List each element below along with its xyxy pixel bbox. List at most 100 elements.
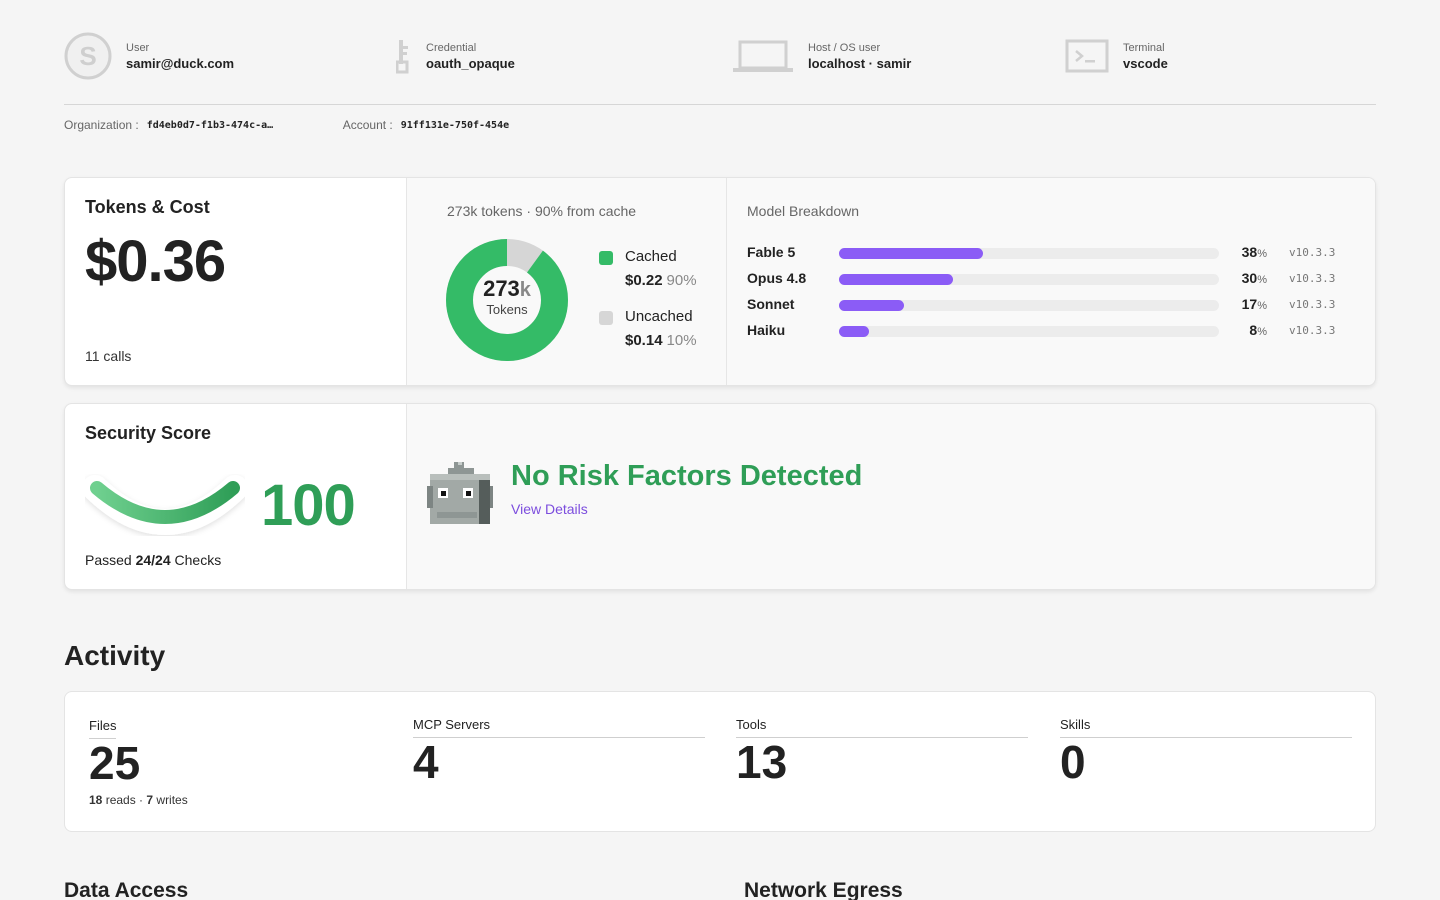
model-bar-fill — [839, 248, 984, 259]
model-pct-value: 17 — [1241, 296, 1258, 312]
checks-count: 24/24 — [135, 552, 171, 568]
model-breakdown-title: Model Breakdown — [747, 203, 860, 219]
cost-panel: Tokens & Cost $0.36 11 calls — [65, 178, 406, 385]
checks-prefix: Passed — [85, 552, 136, 568]
terminal-value: vscode — [1123, 55, 1168, 71]
activity-title: Activity — [64, 640, 166, 671]
writes-label: writes — [153, 793, 188, 807]
activity-files: Files 25 18 reads · 7 writes — [89, 717, 381, 807]
network-egress-title: Network Egress — [744, 879, 903, 900]
files-count: 25 — [89, 737, 141, 789]
header-terminal: Terminal vscode — [1065, 32, 1168, 80]
user-value: samir@duck.com — [126, 55, 235, 71]
session-header: S User samir@duck.com Credential oauth_o… — [64, 32, 1376, 104]
model-pct-sign: % — [1257, 326, 1267, 338]
security-score-panel: Security Score 100 Passed 24/24 Checks — [65, 404, 406, 589]
model-version: v10.3.3 — [1289, 324, 1336, 337]
credential-label: Credential — [426, 41, 477, 54]
header-divider — [64, 104, 1376, 105]
donut-center-label: Tokens — [486, 302, 528, 317]
avatar-letter: S — [79, 41, 96, 71]
model-bar-track — [839, 274, 1219, 285]
robot-icon — [427, 462, 493, 524]
host-value: localhost · samir — [808, 55, 912, 71]
model-bar-fill — [839, 326, 870, 337]
cached-pct: 90% — [666, 272, 697, 289]
checks-passed: Passed 24/24 Checks — [85, 552, 221, 568]
organization-label: Organization : — [64, 118, 139, 132]
token-panel: 273k tokens · 90% from cache 273k Tokens… — [407, 178, 726, 385]
model-row: Fable 5 38% v10.3.3 — [747, 244, 1357, 262]
model-name: Opus 4.8 — [747, 270, 807, 286]
user-label: User — [126, 41, 150, 54]
security-score-title: Security Score — [85, 423, 212, 443]
security-card: Security Score 100 Passed 24/24 Checks N… — [64, 403, 1376, 590]
model-row: Sonnet 17% v10.3.3 — [747, 296, 1357, 314]
reads-count: 18 — [89, 793, 103, 807]
cached-label: Cached — [625, 248, 677, 265]
mcp-servers-label: MCP Servers — [413, 717, 705, 738]
model-bar-track — [839, 300, 1219, 311]
files-breakdown: 18 reads · 7 writes — [89, 793, 381, 807]
tokens-cost-title: Tokens & Cost — [85, 197, 210, 217]
tools-label: Tools — [736, 717, 1028, 738]
laptop-icon — [733, 40, 793, 72]
model-version: v10.3.3 — [1289, 272, 1336, 285]
model-version: v10.3.3 — [1289, 298, 1336, 311]
model-name: Haiku — [747, 322, 786, 338]
view-details-link[interactable]: View Details — [511, 501, 588, 517]
mcp-servers-count: 4 — [413, 736, 439, 788]
model-bar-fill — [839, 300, 904, 311]
donut-center-value: 273k — [446, 276, 568, 302]
cached-value: $0.22 90% — [625, 272, 697, 289]
model-breakdown-panel: Model Breakdown Fable 5 38% v10.3.3 Opus 4.… — [727, 178, 1375, 385]
model-pct-sign: % — [1257, 300, 1267, 312]
skills-count: 0 — [1060, 736, 1086, 788]
data-access-title: Data Access — [64, 879, 189, 900]
reads-label: reads · — [102, 793, 147, 807]
uncached-label: Uncached — [625, 308, 693, 325]
terminal-icon — [1065, 39, 1109, 73]
call-count: 11 calls — [85, 348, 132, 364]
donut-number: 273 — [483, 276, 520, 301]
model-pct-value: 30 — [1241, 270, 1258, 286]
files-label: Files — [89, 718, 117, 739]
tokens-cost-card: Tokens & Cost $0.36 11 calls 273k tokens… — [64, 177, 1376, 386]
account-value: 91ff131e-750f-454e — [400, 119, 510, 131]
model-bar-track — [839, 248, 1219, 259]
header-user: S User samir@duck.com — [64, 32, 234, 80]
account-label: Account : — [342, 118, 393, 132]
key-icon — [396, 40, 409, 74]
cached-cost: $0.22 — [625, 272, 663, 289]
security-gauge — [85, 475, 245, 535]
model-pct: 17% — [1217, 296, 1267, 312]
uncached-pct: 10% — [666, 332, 697, 349]
model-name: Fable 5 — [747, 244, 796, 260]
model-version: v10.3.3 — [1289, 246, 1336, 259]
model-pct: 8% — [1217, 322, 1267, 338]
id-row: Organization : fd4eb0d7-f1b3-474c-a… Acc… — [64, 117, 509, 133]
host-label: Host / OS user — [808, 41, 881, 54]
checks-suffix: Checks — [170, 552, 222, 568]
token-summary: 273k tokens · 90% from cache — [447, 203, 637, 219]
donut-unit: k — [519, 279, 531, 301]
credential-value: oauth_opaque — [426, 55, 515, 71]
user-avatar-icon: S — [64, 32, 112, 80]
activity-card: Files 25 18 reads · 7 writes MCP Servers… — [64, 691, 1376, 832]
activity-skills: Skills 0 — [1060, 717, 1352, 786]
header-credential: Credential oauth_opaque — [396, 32, 515, 80]
organization-value: fd4eb0d7-f1b3-474c-a… — [146, 119, 274, 131]
uncached-value: $0.14 10% — [625, 332, 697, 349]
model-pct: 30% — [1217, 270, 1267, 286]
cached-swatch — [599, 251, 613, 265]
terminal-label: Terminal — [1123, 41, 1165, 54]
tools-count: 13 — [736, 736, 788, 788]
model-bar-fill — [839, 274, 953, 285]
model-bar-track — [839, 326, 1219, 337]
activity-tools: Tools 13 — [736, 717, 1028, 786]
model-row: Haiku 8% v10.3.3 — [747, 322, 1357, 340]
uncached-cost: $0.14 — [625, 332, 663, 349]
model-row: Opus 4.8 30% v10.3.3 — [747, 270, 1357, 288]
model-pct-value: 38 — [1241, 244, 1258, 260]
model-pct-sign: % — [1257, 274, 1267, 286]
